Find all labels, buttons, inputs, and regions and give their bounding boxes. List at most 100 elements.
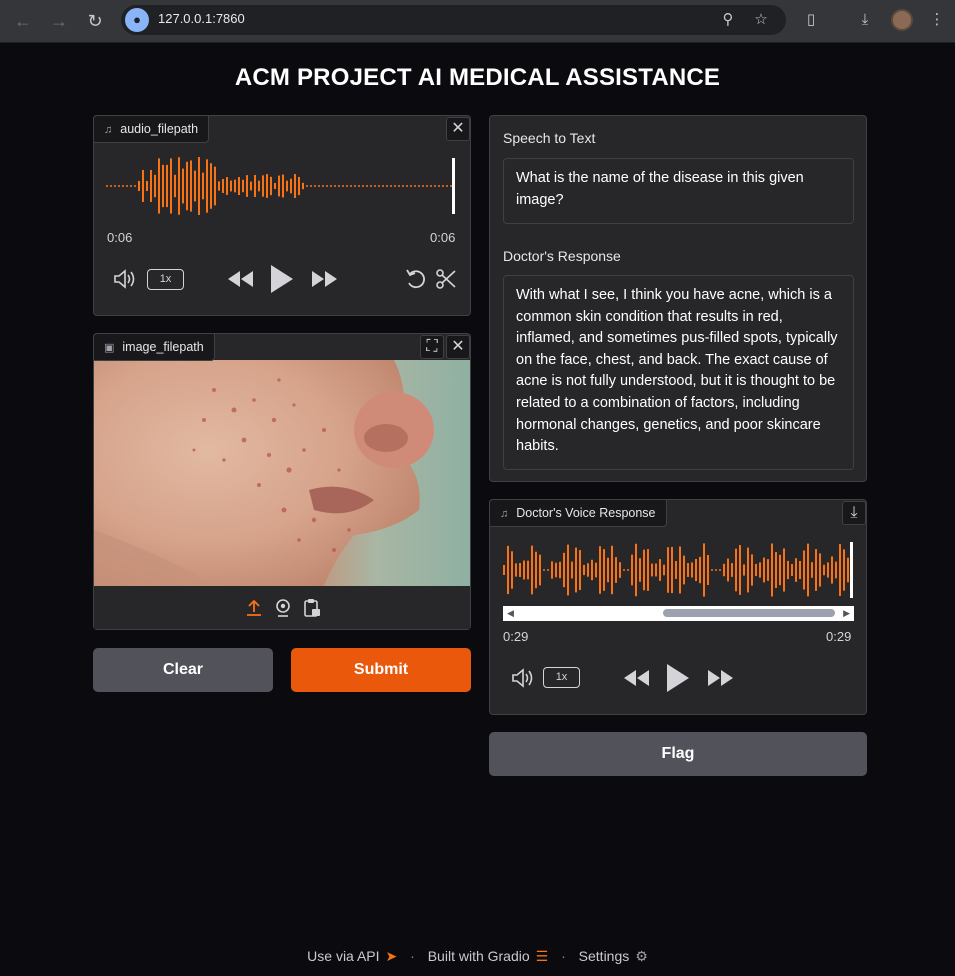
scrollbar-thumb[interactable] <box>663 609 835 617</box>
waveform-bar <box>739 545 741 595</box>
volume-icon[interactable] <box>510 667 534 689</box>
waveform-bar <box>362 185 364 187</box>
clipboard-icon[interactable] <box>302 598 322 618</box>
download-icon[interactable]: ⤓ <box>854 9 876 31</box>
waveform-bar <box>346 185 348 187</box>
waveform-bar <box>619 562 621 578</box>
browser-toolbar: ← → ↻ ● 127.0.0.1:7860 ⚲ ☆ ▯ ⤓ ⋮ <box>0 0 955 43</box>
waveform-bar <box>398 185 400 187</box>
profile-avatar[interactable] <box>891 9 913 31</box>
waveform-bar <box>210 163 212 209</box>
waveform-bar <box>438 185 440 187</box>
waveform-playhead[interactable] <box>452 158 455 214</box>
zoom-icon[interactable]: ⚲ <box>718 10 738 30</box>
voice-response-panel: ♫ Doctor's Voice Response ⤓ ◀ ▶ 0:29 0:29… <box>489 499 867 715</box>
rewind-icon[interactable] <box>623 669 651 687</box>
waveform-bar <box>158 158 160 214</box>
waveform-bar <box>270 176 272 196</box>
waveform-bar <box>543 569 545 571</box>
rewind-icon[interactable] <box>227 270 255 288</box>
audio-playback-rate[interactable]: 1x <box>147 269 184 290</box>
waveform-bar <box>723 563 725 577</box>
music-note-icon: ♫ <box>500 508 509 520</box>
waveform-bar <box>511 551 513 589</box>
rocket-icon: ➤ <box>385 948 398 964</box>
waveform-bar <box>250 181 252 191</box>
use-via-api-link[interactable]: Use via API <box>307 948 379 964</box>
waveform-bar <box>262 175 264 197</box>
scroll-left-icon[interactable]: ◀ <box>507 609 514 618</box>
voice-playback-rate[interactable]: 1x <box>543 667 580 688</box>
waveform-bar <box>551 561 553 579</box>
upload-icon[interactable] <box>244 598 264 618</box>
close-icon[interactable]: ✕ <box>446 335 470 359</box>
waveform-bar <box>354 185 356 187</box>
fast-forward-icon[interactable] <box>707 669 735 687</box>
waveform-bar <box>563 552 565 588</box>
bookmark-star-icon[interactable]: ☆ <box>751 10 771 30</box>
waveform-bar <box>226 177 228 195</box>
waveform-bar <box>795 558 797 582</box>
waveform-bar <box>555 562 557 578</box>
waveform-bar <box>663 564 665 576</box>
audio-waveform[interactable] <box>106 156 460 216</box>
clear-button[interactable]: Clear <box>93 648 273 692</box>
waveform-bar <box>198 157 200 215</box>
waveform-bar <box>791 564 793 576</box>
waveform-bar <box>699 556 701 584</box>
waveform-bar <box>763 557 765 583</box>
back-arrow-icon[interactable]: ← <box>10 8 36 34</box>
built-with-gradio-link[interactable]: Built with Gradio <box>428 948 530 964</box>
waveform-bar <box>679 546 681 594</box>
forward-arrow-icon[interactable]: → <box>46 8 72 34</box>
waveform-bar <box>575 547 577 593</box>
extensions-icon[interactable]: ▯ <box>800 9 822 31</box>
settings-link[interactable]: Settings <box>579 948 630 964</box>
undo-icon[interactable] <box>405 268 427 290</box>
play-icon[interactable] <box>269 263 295 295</box>
fullscreen-icon[interactable]: ⛶ <box>420 335 444 359</box>
microphone-icon[interactable]: ● <box>125 8 149 32</box>
trim-scissors-icon[interactable] <box>435 268 457 290</box>
flag-button[interactable]: Flag <box>489 732 867 776</box>
close-icon[interactable]: ✕ <box>446 117 470 141</box>
waveform-bar <box>655 563 657 577</box>
download-icon[interactable]: ⤓ <box>842 501 866 525</box>
waveform-bar <box>294 174 296 198</box>
volume-icon[interactable] <box>112 268 136 290</box>
voice-waveform[interactable] <box>503 540 855 600</box>
waveform-bar <box>374 185 376 187</box>
waveform-bar <box>647 549 649 591</box>
fast-forward-icon[interactable] <box>311 270 339 288</box>
url-text[interactable]: 127.0.0.1:7860 <box>158 11 245 26</box>
reload-icon[interactable]: ↻ <box>82 8 108 34</box>
submit-button[interactable]: Submit <box>291 648 471 692</box>
waveform-bar <box>579 550 581 590</box>
waveform-bar <box>234 179 236 193</box>
webcam-icon[interactable] <box>273 598 293 618</box>
waveform-bar <box>422 185 424 187</box>
speech-to-text-output[interactable]: What is the name of the disease in this … <box>503 158 854 224</box>
menu-kebab-icon[interactable]: ⋮ <box>926 9 948 31</box>
waveform-scrollbar[interactable]: ◀ ▶ <box>503 606 854 621</box>
waveform-bar <box>715 569 717 571</box>
doctor-response-label: Doctor's Response <box>503 248 621 264</box>
doctor-response-output[interactable]: With what I see, I think you have acne, … <box>503 275 854 470</box>
waveform-bar <box>547 569 549 571</box>
waveform-bar <box>326 185 328 187</box>
waveform-bar <box>659 559 661 581</box>
waveform-playhead[interactable] <box>850 542 853 598</box>
address-bar[interactable]: ● 127.0.0.1:7860 ⚲ ☆ <box>121 5 786 35</box>
music-note-icon: ♫ <box>104 124 113 136</box>
audio-input-panel: ♫ audio_filepath ✕ 0:06 0:06 1x <box>93 115 471 316</box>
waveform-bar <box>358 185 360 187</box>
scroll-right-icon[interactable]: ▶ <box>843 609 850 618</box>
waveform-bar <box>799 561 801 579</box>
waveform-bar <box>807 543 809 597</box>
play-icon[interactable] <box>665 662 691 694</box>
waveform-bar <box>503 565 505 575</box>
waveform-bar <box>134 185 136 187</box>
waveform-bar <box>410 185 412 187</box>
waveform-bar <box>639 558 641 582</box>
waveform-bar <box>719 569 721 571</box>
